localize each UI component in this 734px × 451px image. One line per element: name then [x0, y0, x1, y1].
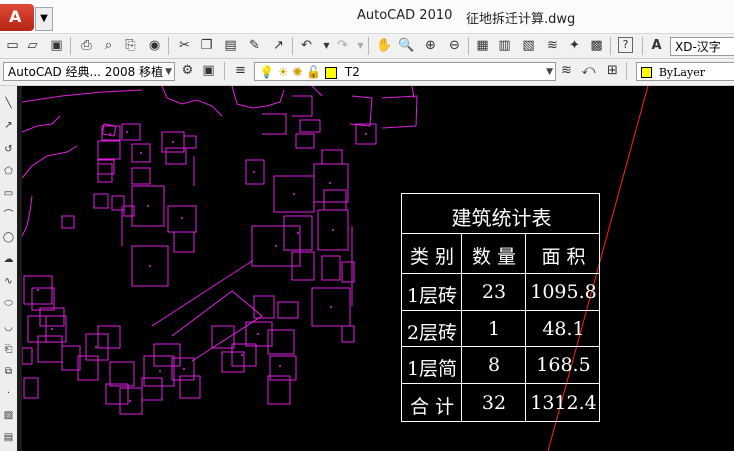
block-editor-icon[interactable]: ↗	[270, 37, 287, 54]
undo-icon[interactable]: ↶	[298, 37, 315, 54]
polyline-icon[interactable]: ↺	[1, 142, 16, 157]
make-current-layer-icon[interactable]: ≋	[558, 62, 575, 79]
building-outlines	[22, 86, 418, 415]
row-3-category: 1层简	[406, 358, 458, 380]
bylayer-swatch	[641, 67, 652, 78]
redo-icon[interactable]: ↷	[334, 37, 351, 54]
undo-dropdown-icon[interactable]: ▼	[318, 37, 335, 54]
publish-icon[interactable]: ⎘	[122, 37, 139, 54]
file-title: 征地拆迁计算.dwg	[466, 12, 576, 27]
workspaces-icon[interactable]: ▣	[200, 62, 217, 79]
layer-properties-icon[interactable]: ≡	[232, 62, 249, 79]
calculator-icon[interactable]: ▩	[588, 37, 605, 54]
standard-toolbar: ▭ ▱ ▣ ⎙ ⌕ ⎘ ◉ ✂ ❐ ▤ ✎ ↗ ↶ ▼ ↷ ▼ ✋ 🔍 ⊕ ⊖ …	[0, 34, 734, 59]
header-area: 面 积	[541, 246, 586, 268]
quick-access-dropdown[interactable]: ▼	[35, 7, 53, 31]
tool-palettes-icon[interactable]: ▧	[520, 37, 537, 54]
header-count: 数 量	[471, 246, 517, 268]
polygon-icon[interactable]: ⬠	[1, 164, 16, 179]
table-title: 建筑统计表	[451, 206, 552, 230]
layer-on-icon: 💡	[259, 65, 274, 79]
rectangle-icon[interactable]: ▭	[1, 186, 16, 201]
layer-viewport-icon: ✺	[292, 65, 303, 79]
revcloud-icon[interactable]: ☁	[1, 252, 16, 267]
save-icon[interactable]: ▣	[48, 37, 65, 54]
autocad-logo-icon: A	[9, 7, 22, 26]
text-style-select[interactable]: XD-汉字	[670, 37, 734, 56]
plot-icon[interactable]: ⎙	[78, 37, 95, 54]
markup-icon[interactable]: ✦	[566, 37, 583, 54]
construction-line-icon[interactable]: ↗	[1, 118, 16, 133]
layer-previous-icon[interactable]: ⤺	[580, 62, 597, 79]
layer-states-icon[interactable]: ⊞	[604, 62, 621, 79]
layer-freeze-icon: ☀	[277, 65, 289, 79]
layers-toolbar: AutoCAD 经典... 2008 移植 ▼ ⚙ ▣ ≡ 💡 ☀ ✺ 🔓 T2 …	[0, 59, 734, 86]
design-center-icon[interactable]: ▥	[496, 37, 513, 54]
row-1-count: 23	[481, 281, 507, 303]
hatch-icon[interactable]: ▨	[1, 408, 16, 423]
row-1-category: 1层砖	[406, 285, 458, 307]
make-block-icon[interactable]: ⧉	[1, 364, 16, 379]
line-icon[interactable]: ╲	[1, 96, 16, 111]
ellipse-icon[interactable]: ⬭	[1, 296, 16, 311]
redo-dropdown-icon[interactable]: ▼	[352, 37, 369, 54]
building-statistics-table[interactable]: 建筑统计表 类 别 数 量 面 积 1层砖 23 1095.8 2层砖 1 48…	[401, 193, 600, 422]
zoom-window-icon[interactable]: ⊕	[422, 37, 439, 54]
open-icon[interactable]: ▱	[24, 37, 41, 54]
total-category: 合 计	[409, 396, 455, 418]
header-category: 类 别	[409, 246, 455, 268]
3d-dwf-icon[interactable]: ◉	[146, 37, 163, 54]
ellipse-arc-icon[interactable]: ◡	[1, 320, 16, 335]
layer-color-swatch	[325, 66, 338, 79]
layer-lock-icon: 🔓	[306, 65, 322, 79]
workspace-select[interactable]: AutoCAD 经典... 2008 移植 ▼	[3, 62, 175, 81]
layer-select[interactable]: 💡 ☀ ✺ 🔓 T2 ▼	[254, 62, 556, 81]
row-1-area: 1095.8	[530, 281, 597, 303]
match-properties-icon[interactable]: ✎	[246, 37, 263, 54]
total-area: 1312.4	[530, 392, 597, 414]
application-menu-button[interactable]: A	[0, 4, 34, 31]
color-select[interactable]: ByLayer	[636, 62, 734, 81]
row-2-category: 2层砖	[406, 322, 458, 344]
row-2-area: 48.1	[542, 318, 585, 340]
row-3-count: 8	[487, 354, 501, 376]
workspace-settings-icon[interactable]: ⚙	[179, 62, 196, 79]
point-icon[interactable]: ·	[1, 386, 16, 401]
help-icon[interactable]: ?	[618, 37, 633, 53]
drawing-canvas[interactable]	[22, 86, 734, 451]
spline-icon[interactable]: ∿	[1, 274, 16, 289]
new-icon[interactable]: ▭	[4, 37, 21, 54]
arc-icon[interactable]: ⌒	[1, 208, 16, 223]
title-bar: A ▼ AutoCAD 2010 征地拆迁计算.dwg	[0, 0, 734, 34]
text-style-icon[interactable]: A	[648, 37, 665, 54]
insert-block-icon[interactable]: ⎗	[1, 342, 16, 357]
draw-toolbar: ╲ ↗ ↺ ⬠ ▭ ⌒ ◯ ☁ ∿ ⬭ ◡ ⎗ ⧉ · ▨ ▤	[0, 86, 18, 451]
pan-icon[interactable]: ✋	[376, 37, 393, 54]
total-count: 32	[481, 392, 507, 414]
app-title: AutoCAD 2010	[357, 8, 453, 23]
copy-icon[interactable]: ❐	[198, 37, 215, 54]
gradient-icon[interactable]: ▤	[1, 430, 16, 445]
circle-icon[interactable]: ◯	[1, 230, 16, 245]
zoom-previous-icon[interactable]: ⊖	[446, 37, 463, 54]
sheet-set-icon[interactable]: ≋	[544, 37, 561, 54]
properties-icon[interactable]: ▦	[474, 37, 491, 54]
building-markers	[37, 131, 367, 402]
row-3-area: 168.5	[536, 354, 591, 376]
paste-icon[interactable]: ▤	[222, 37, 239, 54]
zoom-realtime-icon[interactable]: 🔍	[398, 37, 415, 54]
plot-preview-icon[interactable]: ⌕	[100, 37, 117, 54]
row-2-count: 1	[487, 318, 501, 340]
cut-icon[interactable]: ✂	[176, 37, 193, 54]
